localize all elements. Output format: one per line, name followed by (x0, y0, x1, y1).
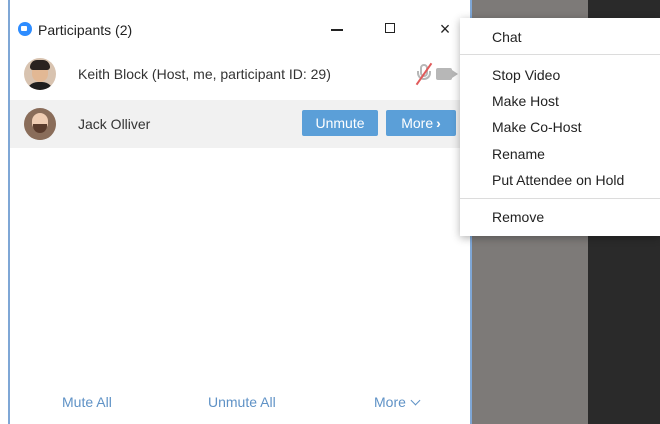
mic-muted-icon[interactable] (414, 62, 434, 86)
context-menu: Chat Stop Video Make Host Make Co-Host R… (460, 18, 660, 236)
menu-divider (460, 198, 660, 199)
avatar (24, 108, 56, 140)
more-dropdown-button[interactable]: More (374, 394, 421, 410)
participants-window: Participants (2) × Keith Block (Host, me… (8, 0, 472, 424)
close-button[interactable]: × (434, 18, 456, 40)
participant-row-keith[interactable]: Keith Block (Host, me, participant ID: 2… (10, 50, 470, 98)
menu-item-make-co-host[interactable]: Make Co-Host (492, 118, 581, 136)
more-button-label: More (401, 115, 434, 131)
titlebar: Participants (2) × (10, 0, 470, 44)
menu-item-rename[interactable]: Rename (492, 145, 545, 163)
minimize-button[interactable] (326, 18, 348, 40)
chevron-right-icon: › (436, 115, 441, 131)
participant-row-jack[interactable]: Jack Olliver Unmute More › (10, 100, 470, 148)
more-button[interactable]: More › (386, 110, 456, 136)
footer-actions: Mute All Unmute All More (10, 394, 470, 414)
unmute-button[interactable]: Unmute (302, 110, 378, 136)
participant-name: Jack Olliver (78, 116, 151, 132)
camera-icon[interactable] (436, 68, 452, 80)
avatar (24, 58, 56, 90)
menu-divider (460, 54, 660, 55)
menu-item-put-on-hold[interactable]: Put Attendee on Hold (492, 171, 624, 189)
more-dropdown-label: More (374, 394, 406, 410)
chevron-down-icon (410, 395, 421, 406)
window-title: Participants (2) (38, 22, 133, 38)
menu-item-chat[interactable]: Chat (492, 28, 522, 46)
maximize-button[interactable] (380, 18, 402, 40)
zoom-logo-icon (18, 22, 32, 36)
mute-all-button[interactable]: Mute All (62, 394, 112, 410)
menu-item-remove[interactable]: Remove (492, 208, 544, 226)
unmute-all-button[interactable]: Unmute All (208, 394, 276, 410)
menu-item-stop-video[interactable]: Stop Video (492, 66, 560, 84)
menu-item-make-host[interactable]: Make Host (492, 92, 559, 110)
participant-name: Keith Block (Host, me, participant ID: 2… (78, 66, 331, 82)
